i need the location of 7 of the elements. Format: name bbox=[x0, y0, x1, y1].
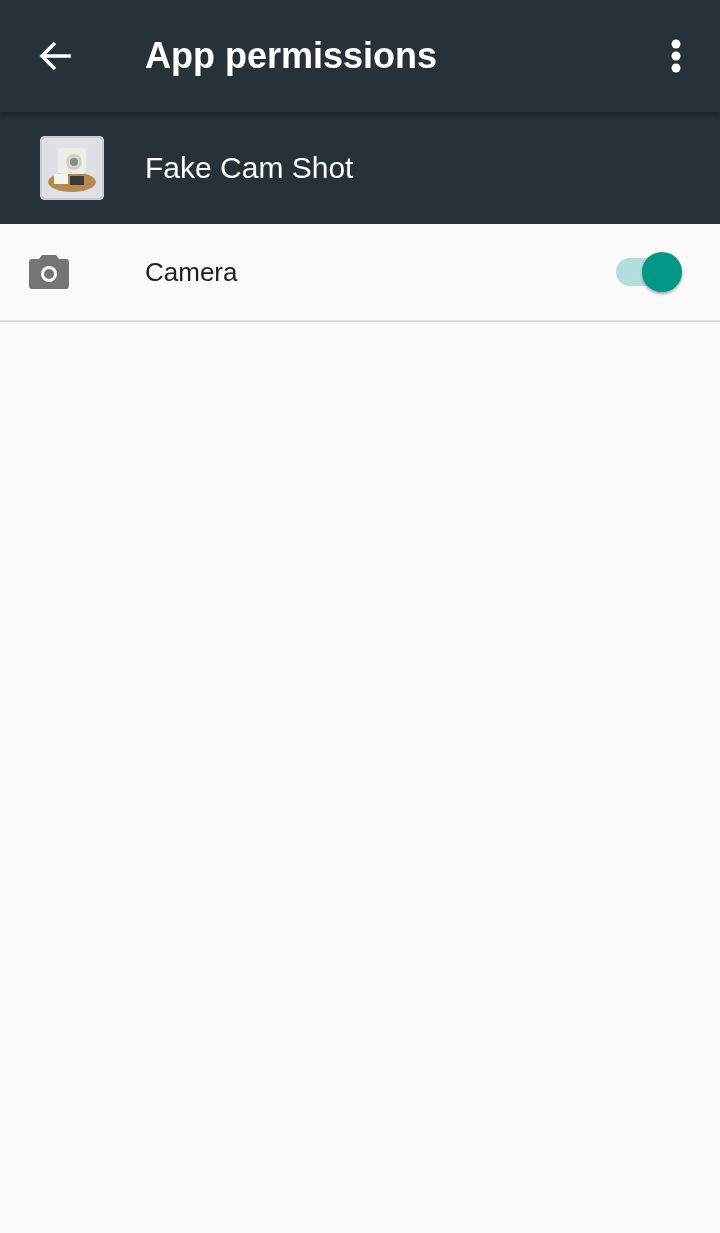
camera-icon bbox=[29, 255, 69, 289]
more-options-icon bbox=[671, 39, 681, 73]
toolbar-title: App permissions bbox=[145, 35, 439, 77]
permission-label: Camera bbox=[145, 256, 239, 288]
toggle-switch[interactable] bbox=[616, 252, 682, 292]
app-name: Fake Cam Shot bbox=[145, 151, 354, 185]
back-arrow-icon bbox=[39, 41, 73, 71]
